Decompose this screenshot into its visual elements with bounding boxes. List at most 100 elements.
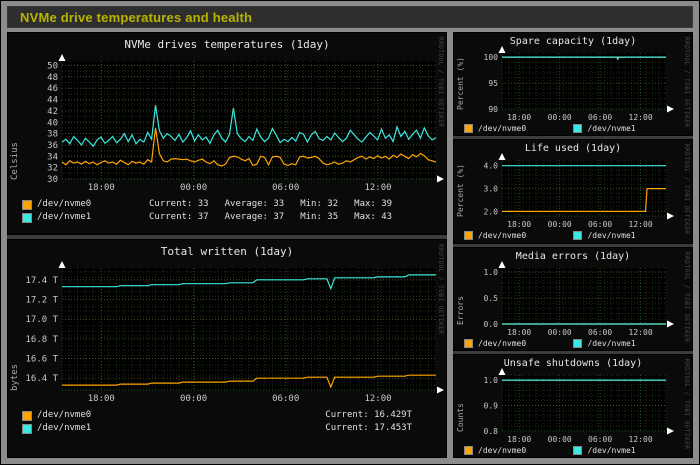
- svg-text:17.4 T: 17.4 T: [25, 276, 58, 286]
- series-swatch: [573, 124, 583, 133]
- svg-text:06:00: 06:00: [588, 435, 612, 444]
- dashboard-columns: NVMe drives temperatures (1day) Celsius …: [7, 32, 693, 458]
- svg-text:18:00: 18:00: [88, 183, 115, 193]
- chart-title: NVMe drives temperatures (1day): [124, 38, 330, 51]
- svg-text:40: 40: [47, 118, 58, 128]
- svg-text:00:00: 00:00: [548, 435, 572, 444]
- svg-text:42: 42: [47, 107, 58, 117]
- legend-row: /dev/nvme1 Current: 17.453T: [22, 422, 446, 435]
- legend-entry: /dev/nvme0: [464, 123, 573, 134]
- series-swatch: [22, 199, 32, 210]
- svg-text:06:00: 06:00: [272, 183, 299, 193]
- right-column: Spare capacity (1day) Percent (%) 18:00 0…: [453, 32, 693, 458]
- svg-text:36: 36: [47, 141, 58, 151]
- chart-legend: /dev/nvme0/dev/nvme1: [454, 338, 692, 349]
- chart-panel-spare-capacity: Spare capacity (1day) Percent (%) 18:00 0…: [453, 32, 693, 137]
- svg-text:100: 100: [484, 53, 499, 62]
- svg-text:00:00: 00:00: [180, 183, 207, 193]
- series-swatch: [573, 338, 583, 348]
- svg-text:0.9: 0.9: [484, 401, 499, 410]
- y-axis-label: Percent (%): [456, 57, 465, 110]
- page-title-bar: NVMe drive temperatures and health: [7, 6, 693, 28]
- chart-body: Percent (%) 18:00 00:00 06:00 12:00 2.0 3.0 4.…: [454, 153, 692, 229]
- series-swatch: [464, 124, 473, 133]
- chart-title: Spare capacity (1day): [509, 36, 637, 47]
- y-axis-label: Counts: [456, 402, 465, 432]
- legend-entry: /dev/nvme1: [573, 445, 682, 456]
- chart-body: Percent (%) 18:00 00:00 06:00 12:00 90 95 100: [454, 46, 692, 122]
- legend-row: /dev/nvme0 Current: 16.429T: [22, 409, 446, 422]
- series-swatch: [464, 338, 473, 348]
- svg-text:06:00: 06:00: [272, 394, 299, 404]
- svg-text:46: 46: [47, 84, 58, 94]
- svg-text:2.0: 2.0: [484, 208, 499, 217]
- svg-text:06:00: 06:00: [588, 220, 612, 229]
- rrdtool-watermark: RRDTOOL / TOBI OETIKER: [683, 251, 690, 342]
- svg-text:06:00: 06:00: [588, 328, 612, 337]
- chart-legend: /dev/nvme0/dev/nvme1: [454, 445, 692, 456]
- media-errors-chart-canvas[interactable]: 18:00 00:00 06:00 12:00 0.0 0.5 1.0: [468, 260, 675, 337]
- chart-panel-total-written: Total written (1day) bytes 18:00 00:00 06:…: [7, 239, 447, 458]
- svg-text:4.0: 4.0: [484, 162, 499, 171]
- chart-body: Counts 18:00 00:00 06:00 12:00 0.8 0.9 1.0: [454, 367, 692, 444]
- legend-row: /dev/nvme0 Current: 33 Average: 33 Min: 32 M…: [22, 198, 446, 211]
- y-axis-label: bytes: [10, 363, 20, 391]
- svg-text:17.0 T: 17.0 T: [25, 315, 58, 325]
- temperatures-chart-canvas[interactable]: 18:00 00:00 06:00 12:00 30 32 34 36 38 40 42 44 46 48…: [22, 53, 445, 193]
- page-title: NVMe drive temperatures and health: [20, 9, 253, 25]
- total-written-chart-canvas[interactable]: 18:00 00:00 06:00 12:00 16.4 T 16.6 T 16.8 T 17…: [22, 260, 445, 404]
- svg-text:0.8: 0.8: [484, 427, 499, 436]
- rrdtool-watermark: RRDTOOL / TOBI OETIKER: [683, 37, 690, 128]
- chart-legend: /dev/nvme0/dev/nvme1: [454, 123, 692, 134]
- svg-text:30: 30: [47, 175, 58, 185]
- legend-entry: /dev/nvme1: [573, 338, 682, 349]
- svg-text:16.6 T: 16.6 T: [25, 355, 58, 365]
- series-swatch: [22, 212, 32, 223]
- chart-title: Life used (1day): [524, 143, 622, 155]
- chart-body: Errors 18:00 00:00 06:00 12:00 0.0 0.5 1.0: [454, 260, 692, 337]
- svg-text:1.0: 1.0: [484, 376, 499, 385]
- chart-legend: /dev/nvme0/dev/nvme1: [454, 230, 692, 241]
- spare-capacity-chart-canvas[interactable]: 18:00 00:00 06:00 12:00 90 95 100: [468, 46, 675, 122]
- dashboard-page: NVMe drive temperatures and health NVMe …: [0, 0, 700, 465]
- svg-text:12:00: 12:00: [364, 394, 391, 404]
- unsafe-shutdowns-chart-canvas[interactable]: 18:00 00:00 06:00 12:00 0.8 0.9 1.0: [468, 367, 675, 444]
- legend-entry: /dev/nvme0: [464, 230, 573, 241]
- series-swatch: [464, 445, 473, 455]
- series-swatch: [573, 445, 583, 455]
- svg-text:18:00: 18:00: [507, 220, 531, 229]
- chart-panel-media-errors: Media errors (1day) Errors 18:00 00:00 06:…: [453, 246, 693, 351]
- chart-panel-temperatures: NVMe drives temperatures (1day) Celsius …: [7, 32, 447, 235]
- svg-text:06:00: 06:00: [588, 113, 612, 122]
- life-used-chart-canvas[interactable]: 18:00 00:00 06:00 12:00 2.0 3.0 4.0: [468, 153, 675, 229]
- chart-legend: /dev/nvme0 Current: 16.429T/dev/nvme1 Curr…: [8, 409, 446, 435]
- svg-text:16.8 T: 16.8 T: [25, 335, 58, 345]
- chart-title: Unsafe shutdowns (1day): [503, 357, 643, 369]
- svg-text:12:00: 12:00: [364, 183, 391, 193]
- svg-text:18:00: 18:00: [507, 435, 531, 444]
- chart-body: Celsius 18:00 00:00 06:00 12:00 30 32 34 36 38 40…: [8, 53, 446, 193]
- svg-text:1.0: 1.0: [484, 268, 499, 277]
- rrdtool-watermark: RRDTOOL / TOBI OETIKER: [437, 37, 444, 128]
- svg-text:95: 95: [488, 79, 498, 88]
- svg-text:18:00: 18:00: [88, 394, 115, 404]
- series-swatch: [22, 423, 32, 434]
- chart-panel-unsafe-shutdowns: Unsafe shutdowns (1day) Counts 18:00 00:0…: [453, 353, 693, 458]
- svg-text:90: 90: [488, 105, 498, 114]
- chart-body: bytes 18:00 00:00 06:00 12:00 16.4 T 16.6 T 16…: [8, 260, 446, 404]
- svg-text:44: 44: [47, 96, 58, 106]
- svg-text:00:00: 00:00: [548, 220, 572, 229]
- series-swatch: [573, 231, 583, 241]
- rrdtool-watermark: RRDTOOL / TOBI OETIKER: [683, 144, 690, 235]
- rrdtool-watermark: RRDTOOL / TOBI OETIKER: [683, 358, 690, 450]
- svg-text:00:00: 00:00: [548, 328, 572, 337]
- svg-text:32: 32: [47, 164, 58, 174]
- svg-text:0.0: 0.0: [484, 320, 499, 329]
- svg-text:00:00: 00:00: [180, 394, 207, 404]
- svg-text:12:00: 12:00: [629, 435, 653, 444]
- svg-text:12:00: 12:00: [629, 220, 653, 229]
- svg-text:48: 48: [47, 73, 58, 83]
- y-axis-label: Errors: [456, 295, 465, 325]
- chart-title: Total written (1day): [160, 245, 294, 258]
- series-swatch: [22, 410, 32, 421]
